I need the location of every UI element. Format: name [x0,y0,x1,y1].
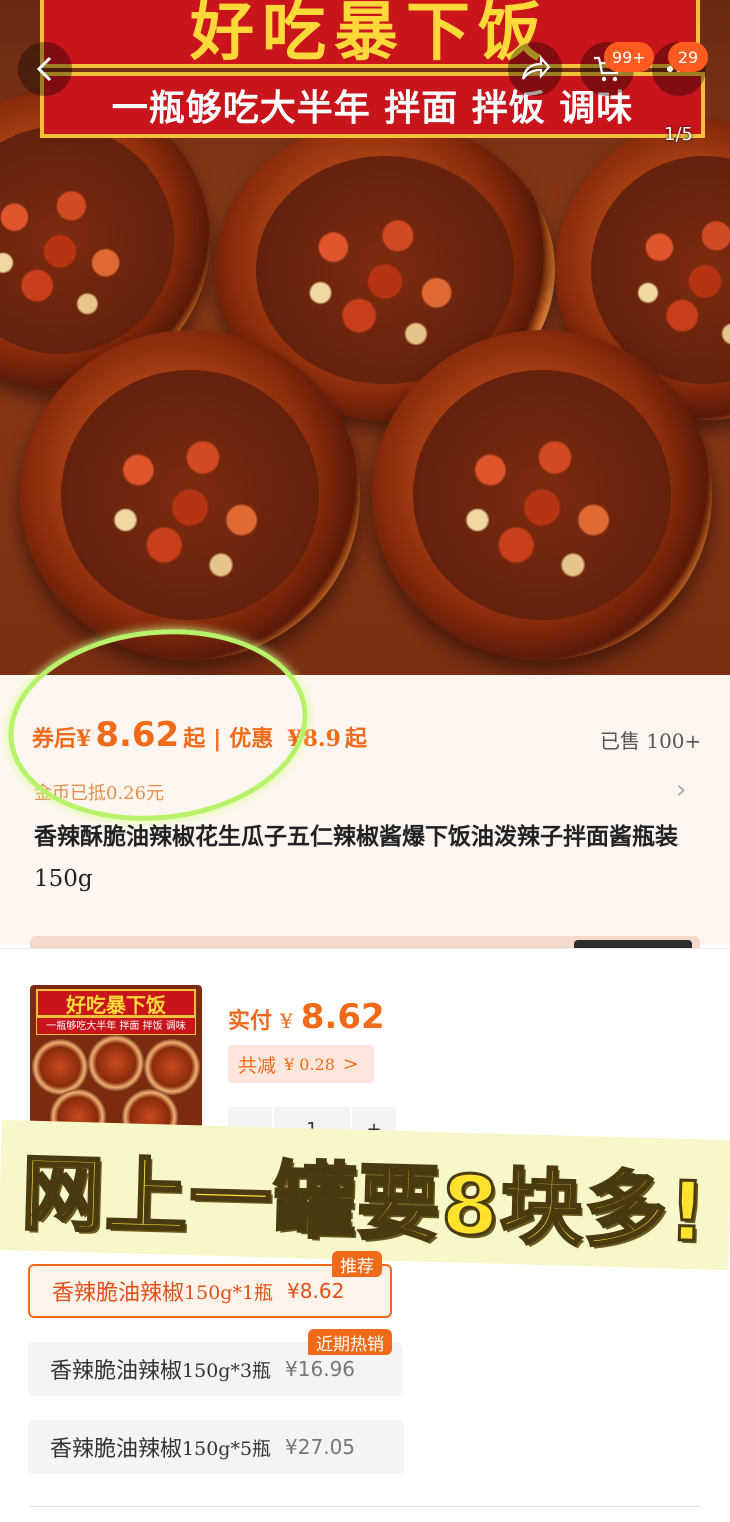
recommend-tag: 推荐 [332,1251,382,1277]
jar-image [32,1039,88,1095]
sku-option-name: 香辣脆油辣椒 [52,1281,185,1306]
promo-strip [30,936,700,948]
jar-image [144,1039,200,1095]
sku-thumb-title: 好吃暴下饭 [36,989,196,1017]
back-button[interactable] [18,42,72,96]
promo-suffix: 起 [344,726,367,752]
discount-label: 共减 [238,1054,277,1077]
sku-option-name: 香辣脆油辣椒 [50,1359,183,1384]
product-page: 好吃暴下饭 一瓶够吃大半年 拌面 拌饭 调味 99+ 29 1/5 券后 ¥ 8… [0,0,730,1522]
product-image-carousel[interactable]: 好吃暴下饭 一瓶够吃大半年 拌面 拌饭 调味 99+ 29 1/5 [0,0,730,675]
jar-image [88,1035,144,1091]
discount-detail-button[interactable]: 共减 ¥ 0.28 > [228,1045,374,1083]
chevron-right-icon[interactable]: › [676,775,686,805]
sku-option-spec: 150g*1瓶 [184,1281,274,1304]
image-counter: 1/5 [664,124,693,145]
share-button[interactable] [508,42,562,96]
jar-image [372,330,712,660]
sku-thumb-subtitle: 一瓶够吃大半年 拌面 拌饭 调味 [36,1017,196,1035]
sold-count: 已售 100+ [600,729,702,753]
pay-currency: ¥ [280,1009,293,1033]
product-title: 香辣酥脆油辣椒花生瓜子五仁辣椒酱爆下饭油泼辣子拌面酱瓶装 150g [34,816,694,900]
sku-option-price: ¥27.05 [285,1435,356,1459]
sku-option-price: ¥16.96 [285,1357,356,1381]
discount-value: ¥ 0.28 [284,1054,335,1074]
divider [30,1506,700,1507]
jar-image [20,330,360,660]
pay-amount: 8.62 [300,997,385,1037]
sku-option-name: 香辣脆油辣椒 [50,1437,183,1462]
caption-banner-text-box: 网上一罐要8块多! [8,1123,721,1267]
hot-sale-tag: 近期热销 [308,1329,392,1355]
share-icon [521,55,551,80]
pay-line: 实付 ¥ 8.62 [228,997,385,1037]
product-title-text: 香辣酥脆油辣椒花生瓜子五仁辣椒酱爆下饭油泼辣子拌面酱瓶装 [34,823,678,850]
more-badge: 29 [668,42,708,72]
sku-option-price: ¥8.62 [287,1279,345,1303]
banner-title: 好吃暴下饭 [190,0,550,70]
caption-text: 网上一罐要8块多! [19,1144,711,1261]
chevron-right-icon: > [342,1053,359,1075]
sku-option-spec: 150g*3瓶 [182,1359,272,1382]
cart-badge: 99+ [604,42,654,72]
pay-label: 实付 [228,1008,273,1034]
promo-strip-button[interactable] [574,940,692,948]
product-title-unit: 150g [34,866,93,892]
chevron-left-icon [36,56,52,82]
sku-option-3[interactable]: 香辣脆油辣椒 150g*5瓶 ¥27.05 [28,1420,404,1474]
sku-option-spec: 150g*5瓶 [182,1437,272,1460]
